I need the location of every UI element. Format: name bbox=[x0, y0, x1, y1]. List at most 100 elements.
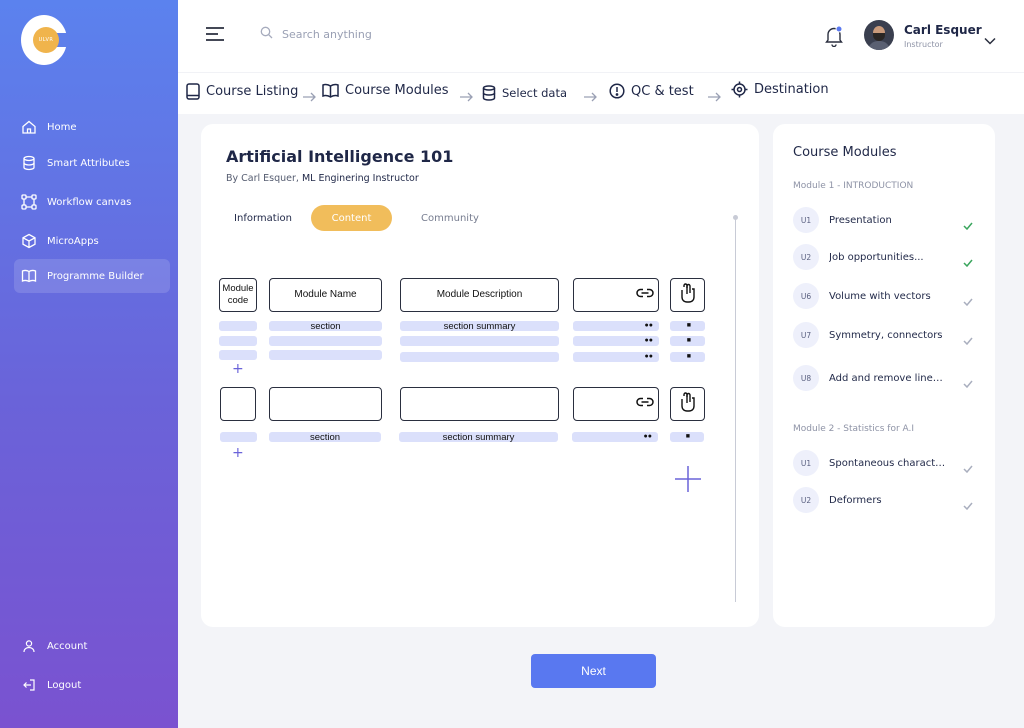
attach-button[interactable] bbox=[670, 278, 705, 312]
section-label: section bbox=[310, 320, 341, 332]
section-attach-bar[interactable]: ■ bbox=[670, 321, 705, 331]
course-modules-panel: Course Modules Module 1 - INTRODUCTION U… bbox=[773, 124, 995, 627]
sidebar-item-smart-attributes[interactable]: Smart Attributes bbox=[14, 146, 170, 180]
step-destination[interactable]: Destination bbox=[731, 81, 829, 98]
section-name-bar[interactable] bbox=[269, 350, 382, 360]
sidebar-item-workflow-canvas[interactable]: Workflow canvas bbox=[14, 185, 170, 219]
step-qc-test[interactable]: QC & test bbox=[609, 83, 694, 99]
user-icon bbox=[20, 637, 38, 655]
tab-information[interactable]: Information bbox=[223, 205, 303, 231]
course-author-prefix: By Carl Esquer, bbox=[226, 173, 299, 184]
lesson-item[interactable]: U2 Deformers bbox=[793, 487, 973, 513]
section-name-bar[interactable]: section bbox=[269, 432, 381, 443]
section-code-bar[interactable] bbox=[219, 321, 257, 331]
lesson-item[interactable]: U7 Symmetry, connectors bbox=[793, 322, 973, 348]
module-link-field[interactable] bbox=[573, 387, 659, 421]
step-label: Destination bbox=[754, 82, 829, 97]
module-description-field[interactable] bbox=[400, 387, 559, 421]
arrow-right-icon bbox=[459, 87, 473, 106]
home-icon bbox=[20, 118, 38, 136]
lesson-title: Symmetry, connectors bbox=[829, 329, 943, 341]
link-icon bbox=[636, 288, 654, 302]
section-code-bar[interactable] bbox=[220, 432, 257, 442]
step-course-modules[interactable]: Course Modules bbox=[322, 83, 449, 98]
chevron-down-icon[interactable] bbox=[984, 30, 996, 49]
section-summary-label: section summary bbox=[443, 320, 516, 332]
lesson-code-badge: U2 bbox=[793, 487, 819, 513]
database-icon bbox=[20, 154, 38, 172]
sidebar-item-microapps[interactable]: MicroApps bbox=[14, 224, 170, 258]
sidebar-item-label: Programme Builder bbox=[47, 270, 144, 282]
alert-circle-icon bbox=[609, 83, 625, 99]
user-name: Carl Esquer bbox=[904, 23, 982, 37]
book-icon bbox=[20, 267, 38, 285]
sidebar-item-programme-builder[interactable]: Programme Builder bbox=[14, 259, 170, 293]
section-name-bar[interactable] bbox=[269, 336, 382, 346]
module-code-field[interactable] bbox=[220, 387, 256, 421]
cube-icon bbox=[20, 232, 38, 250]
course-title: Artificial Intelligence 101 bbox=[226, 147, 454, 166]
step-course-listing[interactable]: Course Listing bbox=[186, 83, 298, 100]
section-summary-bar[interactable]: section summary bbox=[399, 431, 558, 443]
sidebar-item-label: Home bbox=[47, 121, 77, 133]
sidebar-item-label: Smart Attributes bbox=[47, 157, 130, 169]
sidebar-item-label: Account bbox=[47, 640, 88, 652]
lesson-item[interactable]: U1 Presentation bbox=[793, 207, 973, 233]
module-name-field[interactable]: Module Name bbox=[269, 278, 382, 312]
section-summary-bar[interactable] bbox=[400, 352, 559, 362]
course-author-role: ML Enginering Instructor bbox=[301, 173, 419, 184]
section-code-bar[interactable] bbox=[219, 336, 257, 346]
lesson-title: Deformers bbox=[829, 494, 882, 506]
check-icon bbox=[963, 373, 973, 392]
menu-toggle-icon[interactable] bbox=[205, 26, 225, 42]
sidebar-item-logout[interactable]: Logout bbox=[14, 668, 170, 702]
sidebar-item-home[interactable]: Home bbox=[14, 110, 170, 144]
section-attach-bar[interactable]: ■ bbox=[670, 432, 704, 442]
section-summary-label: section summary bbox=[442, 431, 515, 443]
section-summary-bar[interactable] bbox=[400, 336, 559, 346]
sidebar-item-account[interactable]: Account bbox=[14, 629, 170, 663]
step-select-data[interactable]: Select data bbox=[482, 85, 567, 101]
scroll-track[interactable] bbox=[735, 217, 736, 602]
step-label: Select data bbox=[502, 86, 568, 100]
lesson-title: Job opportunities... bbox=[829, 251, 924, 263]
section-link-bar[interactable]: ●● bbox=[573, 336, 659, 346]
step-label: QC & test bbox=[631, 83, 694, 99]
module-code-field[interactable]: Module code bbox=[219, 278, 257, 312]
notification-bell-icon[interactable] bbox=[824, 25, 844, 48]
section-link-bar[interactable]: ●● bbox=[572, 432, 658, 442]
section-attach-bar[interactable]: ■ bbox=[670, 352, 705, 362]
tab-community[interactable]: Community bbox=[409, 205, 491, 231]
module-link-field[interactable] bbox=[573, 278, 659, 312]
attach-button[interactable] bbox=[670, 387, 705, 421]
lesson-title: Volume with vectors bbox=[829, 290, 931, 302]
tab-content[interactable]: Content bbox=[311, 205, 392, 231]
add-module-button[interactable] bbox=[675, 466, 701, 492]
lesson-item[interactable]: U8 Add and remove lines... bbox=[793, 365, 973, 391]
tab-label: Information bbox=[234, 212, 292, 224]
lesson-item[interactable]: U1 Spontaneous characters bbox=[793, 450, 973, 476]
search-input[interactable]: Search anything bbox=[260, 26, 372, 42]
lesson-item[interactable]: U2 Job opportunities... bbox=[793, 244, 973, 270]
section-link-bar[interactable]: ●● bbox=[573, 321, 659, 331]
section-link-bar[interactable]: ●● bbox=[573, 352, 659, 362]
section-code-bar[interactable] bbox=[219, 350, 257, 360]
next-button[interactable]: Next bbox=[531, 654, 656, 688]
section-summary-bar[interactable]: section summary bbox=[400, 320, 559, 332]
lesson-item[interactable]: U6 Volume with vectors bbox=[793, 283, 973, 309]
section-name-bar[interactable]: section bbox=[269, 320, 382, 332]
wizard-steps: Course Listing Course Modules Select dat… bbox=[178, 72, 1024, 114]
lesson-code-badge: U1 bbox=[793, 450, 819, 476]
user-role: Instructor bbox=[904, 40, 943, 49]
module-description-field[interactable]: Module Description bbox=[400, 278, 559, 312]
module-name-field[interactable] bbox=[269, 387, 382, 421]
database-icon bbox=[482, 85, 496, 101]
tab-label: Content bbox=[331, 212, 372, 224]
link-icon bbox=[636, 397, 654, 411]
brand-logo[interactable]: ULVR bbox=[21, 15, 69, 65]
add-section-button[interactable]: + bbox=[232, 446, 244, 460]
section-attach-bar[interactable]: ■ bbox=[670, 336, 705, 346]
add-section-button[interactable]: + bbox=[232, 362, 244, 376]
arrow-right-icon bbox=[583, 87, 597, 106]
avatar[interactable] bbox=[864, 20, 894, 50]
